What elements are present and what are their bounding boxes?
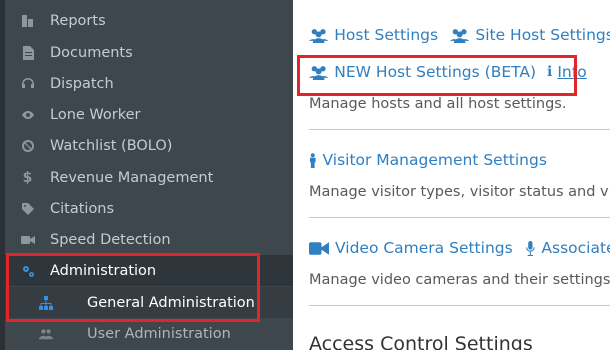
sidebar-item-label: Administration bbox=[50, 262, 157, 279]
sidebar-item-watchlist[interactable]: Watchlist (BOLO) bbox=[5, 130, 293, 161]
sidebar-item-lone-worker[interactable]: Lone Worker bbox=[5, 99, 293, 130]
new-host-settings-link[interactable]: NEW Host Settings (BETA) bbox=[309, 63, 536, 81]
sidebar-item-label: Lone Worker bbox=[50, 106, 141, 123]
sidebar-item-label: Speed Detection bbox=[50, 231, 171, 248]
dollar-icon: $ bbox=[22, 169, 33, 186]
host-settings-label: Host Settings bbox=[334, 26, 439, 44]
document-icon bbox=[5, 45, 50, 60]
ban-icon bbox=[5, 139, 50, 153]
visitor-management-settings-link[interactable]: Visitor Management Settings bbox=[309, 151, 547, 169]
video-camera-settings-label: Video Camera Settings bbox=[335, 239, 513, 257]
sidebar-item-label: Watchlist (BOLO) bbox=[50, 137, 173, 154]
sidebar-sub-item-label: General Administration bbox=[87, 294, 255, 311]
video-description: Manage video cameras and their settings, bbox=[309, 272, 610, 288]
microphone-icon bbox=[525, 240, 536, 256]
divider bbox=[309, 217, 610, 218]
new-host-settings-label: NEW Host Settings (BETA) bbox=[334, 63, 537, 81]
visitor-description: Manage visitor types, visitor status and… bbox=[309, 184, 610, 200]
main-content: Host Settings Site Host Settings NEW Hos… bbox=[293, 0, 610, 350]
video-camera-settings-link[interactable]: Video Camera Settings bbox=[309, 239, 513, 257]
site-host-settings-label: Site Host Settings bbox=[475, 26, 610, 44]
sidebar-item-revenue-management[interactable]: $ Revenue Management bbox=[5, 162, 293, 193]
sidebar-item-dispatch[interactable]: Dispatch bbox=[5, 68, 293, 99]
info-icon: ℹ bbox=[547, 64, 553, 80]
site-host-settings-link[interactable]: Site Host Settings bbox=[450, 26, 610, 44]
associated-settings-link[interactable]: Associated S bbox=[525, 239, 610, 257]
sidebar-item-user-administration[interactable]: User Administration bbox=[5, 318, 293, 349]
visitor-row: Visitor Management Settings bbox=[309, 151, 547, 169]
eye-icon bbox=[5, 108, 50, 122]
sidebar-item-label: Dispatch bbox=[50, 75, 114, 92]
sidebar-item-label: Citations bbox=[50, 200, 115, 217]
person-icon bbox=[309, 152, 317, 168]
sidebar-item-label: Reports bbox=[50, 12, 106, 29]
divider bbox=[309, 129, 610, 130]
sidebar-item-speed-detection[interactable]: Speed Detection bbox=[5, 224, 293, 255]
users-icon bbox=[309, 65, 329, 80]
info-link[interactable]: Info bbox=[557, 63, 586, 81]
video-camera-icon bbox=[309, 241, 329, 256]
divider bbox=[309, 305, 610, 306]
sitemap-icon bbox=[5, 295, 87, 310]
users-icon bbox=[450, 28, 470, 43]
new-host-settings-row: NEW Host Settings (BETA) ℹ Info bbox=[309, 63, 587, 81]
visitor-management-settings-label: Visitor Management Settings bbox=[322, 151, 547, 169]
sidebar: Reports Documents Dispatch Lone Worker W… bbox=[0, 0, 293, 350]
host-description: Manage hosts and all host settings. bbox=[309, 96, 567, 112]
sidebar-item-reports[interactable]: Reports bbox=[5, 5, 293, 36]
sidebar-item-label: Documents bbox=[50, 44, 133, 61]
sidebar-item-general-administration[interactable]: General Administration bbox=[5, 287, 293, 318]
video-row: Video Camera Settings Associated S bbox=[309, 239, 610, 257]
tag-icon bbox=[5, 202, 50, 216]
cogs-icon bbox=[5, 264, 50, 278]
sidebar-item-documents[interactable]: Documents bbox=[5, 37, 293, 68]
users-icon bbox=[5, 327, 87, 341]
users-icon bbox=[309, 28, 329, 43]
host-links-row: Host Settings Site Host Settings bbox=[309, 26, 610, 44]
associated-settings-label: Associated S bbox=[541, 239, 610, 257]
sidebar-item-citations[interactable]: Citations bbox=[5, 193, 293, 224]
reports-icon bbox=[5, 14, 50, 28]
access-control-settings-title: Access Control Settings bbox=[309, 333, 533, 350]
host-settings-link[interactable]: Host Settings bbox=[309, 26, 438, 44]
headset-icon bbox=[5, 77, 50, 91]
video-icon bbox=[5, 233, 50, 247]
sidebar-sub-item-label: User Administration bbox=[87, 325, 231, 342]
sidebar-item-administration[interactable]: Administration bbox=[5, 255, 293, 286]
sidebar-item-label: Revenue Management bbox=[50, 169, 214, 186]
